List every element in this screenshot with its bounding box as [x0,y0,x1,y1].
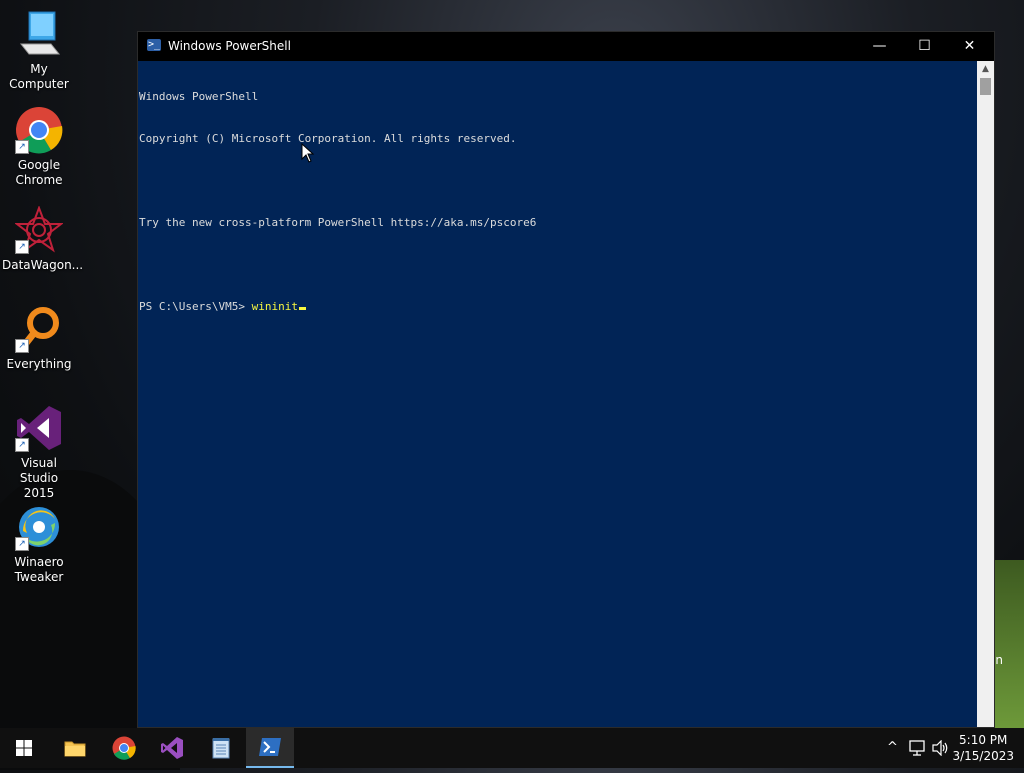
windows-logo-icon [16,740,32,756]
computer-icon [15,10,63,58]
scroll-up-arrow-icon[interactable]: ▲ [977,61,994,77]
typed-command: wininit [251,300,298,313]
powershell-taskbar-button[interactable] [246,728,294,768]
chrome-taskbar-button[interactable] [100,728,148,768]
desktop-icon-everything[interactable]: ↗ Everything [2,305,76,372]
visual-studio-taskbar-button[interactable] [148,728,196,768]
visual-studio-icon [161,737,183,759]
clock-date: 3/15/2023 [952,749,1014,763]
console-line: Try the new cross-platform PowerShell ht… [139,216,537,229]
desktop-icon-visual-studio[interactable]: ↗ Visual Studio 2015 [2,404,76,501]
desktop-icon-winaero-tweaker[interactable]: ↗ Winaero Tweaker [2,503,76,585]
folder-icon [64,741,86,757]
minimize-button[interactable]: — [857,32,902,61]
notepad-taskbar-button[interactable] [197,728,245,768]
console-scrollbar[interactable]: ▲ [977,61,994,727]
desktop-icon-label: DataWagon... [2,258,84,272]
desktop-icon-label: Google Chrome [15,158,63,187]
scrollbar-thumb[interactable] [980,78,991,95]
desktop-icon-datawagon[interactable]: ↗ DataWagon... [2,205,84,273]
start-button[interactable] [0,728,48,768]
prompt: PS C:\Users\VM5> [139,300,252,313]
shortcut-arrow-icon: ↗ [15,140,29,154]
desktop-icon-label: Winaero Tweaker [14,555,64,584]
console-line: Copyright (C) Microsoft Corporation. All… [139,132,517,145]
shortcut-arrow-icon: ↗ [15,240,29,254]
desktop-icon-label: Everything [6,357,72,371]
powershell-window[interactable]: >_ Windows PowerShell — ☐ ✕ Windows Powe… [137,31,995,728]
notepad-icon [212,738,230,759]
desktop-icon-my-computer[interactable]: My Computer [2,10,76,92]
tray-chevron-icon[interactable]: ^ [887,728,898,768]
desktop-icon-label: My Computer [9,62,69,91]
console-line: Windows PowerShell [139,90,259,103]
datawagon-icon: ↗ [14,205,64,254]
taskbar: ^ 5:10 PM 3/15/2023 [0,728,1024,768]
powershell-icon: >_ [147,39,161,51]
file-explorer-button[interactable] [51,728,99,768]
desktop-icon-google-chrome[interactable]: ↗ Google Chrome [2,106,76,188]
close-button[interactable]: ✕ [947,32,992,61]
text-cursor [298,307,306,310]
powershell-icon [259,738,281,756]
shortcut-arrow-icon: ↗ [15,438,29,452]
network-icon[interactable] [909,728,927,768]
everything-search-icon: ↗ [15,305,63,353]
prompt-line[interactable]: PS C:\Users\VM5> wininit [139,300,977,314]
shortcut-arrow-icon: ↗ [15,339,29,353]
console-output[interactable]: Windows PowerShell Copyright (C) Microso… [138,61,977,727]
visual-studio-icon: ↗ [15,404,63,452]
mouse-pointer-icon [301,142,315,167]
clock-time: 5:10 PM [959,733,1008,747]
desktop-icon-label: Visual Studio 2015 [19,456,59,500]
volume-icon[interactable] [932,728,950,768]
shortcut-arrow-icon: ↗ [15,537,29,551]
maximize-button[interactable]: ☐ [902,32,947,61]
chrome-icon: ↗ [15,106,63,154]
winaero-tweaker-icon: ↗ [15,503,63,551]
chrome-icon [112,736,136,760]
taskbar-clock[interactable]: 5:10 PM 3/15/2023 [952,732,1014,764]
window-title: Windows PowerShell [168,39,291,53]
window-titlebar[interactable]: >_ Windows PowerShell — ☐ ✕ [138,32,994,61]
